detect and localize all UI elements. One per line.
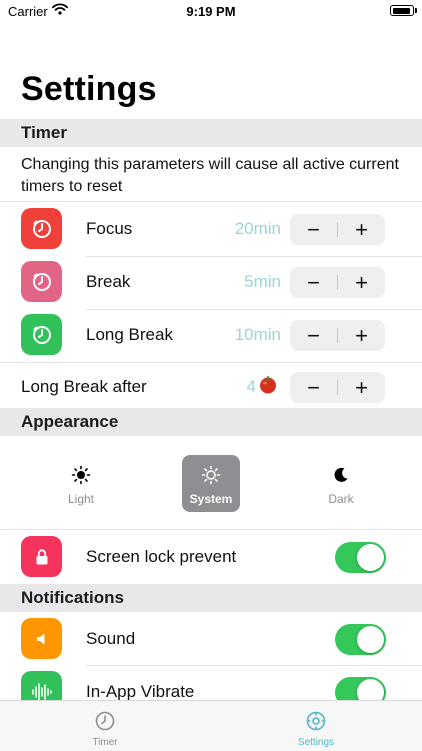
long-break-after-decrement-button[interactable]: −	[290, 372, 337, 403]
appearance-system-label: System	[189, 492, 233, 506]
sun-icon	[52, 465, 110, 485]
stopwatch-icon	[35, 710, 175, 732]
battery-icon	[390, 5, 414, 16]
long-break-after-value: 4	[246, 377, 256, 396]
appearance-light-option[interactable]: Light	[52, 455, 110, 512]
section-title-appearance: Appearance	[21, 412, 119, 431]
clock: 9:19 PM	[186, 4, 236, 19]
section-header-timer: Timer	[0, 119, 422, 147]
section-header-appearance: Appearance	[0, 408, 422, 436]
sun-icon	[182, 465, 240, 485]
sound-toggle[interactable]	[335, 624, 386, 655]
tab-timer[interactable]: Timer	[35, 701, 175, 751]
lock-icon	[21, 536, 62, 577]
tab-settings[interactable]: Settings	[246, 701, 386, 751]
break-decrement-button[interactable]: −	[290, 267, 337, 298]
long-break-after-label: Long Break after	[21, 377, 147, 396]
timer-icon	[21, 261, 62, 302]
break-label: Break	[86, 272, 131, 291]
timer-icon	[21, 314, 62, 355]
long-break-label: Long Break	[86, 325, 173, 344]
sound-label: Sound	[86, 629, 136, 648]
section-title-notifications: Notifications	[21, 588, 124, 607]
break-increment-button[interactable]: +	[338, 267, 385, 298]
vibrate-label: In-App Vibrate	[86, 682, 195, 701]
appearance-dark-option[interactable]: Dark	[312, 455, 370, 512]
focus-label: Focus	[86, 219, 133, 238]
long-break-increment-button[interactable]: +	[338, 320, 385, 351]
battery-tip	[415, 8, 417, 13]
long-break-after-row: Long Break after 4 − +	[0, 358, 422, 410]
long-break-decrement-button[interactable]: −	[290, 320, 337, 351]
page-title: Settings	[21, 70, 157, 108]
section-header-notifications: Notifications	[0, 584, 422, 612]
timer-icon	[21, 208, 62, 249]
tomato-icon	[258, 374, 278, 399]
screen-lock-row: Screen lock prevent	[0, 531, 422, 583]
divider	[0, 201, 422, 202]
timer-reset-note: Changing this parameters will cause all …	[21, 156, 399, 195]
break-stepper: − +	[290, 267, 385, 298]
long-break-value: 10min	[234, 325, 281, 344]
focus-stepper: − +	[290, 214, 385, 245]
long-break-stepper: − +	[290, 320, 385, 351]
break-value: 5min	[244, 272, 281, 291]
long-break-after-increment-button[interactable]: +	[338, 372, 385, 403]
appearance-system-option[interactable]: System	[182, 455, 240, 512]
break-row: Break 5min − +	[0, 256, 422, 308]
section-title-timer: Timer	[21, 123, 67, 142]
tab-bar: Timer Settings	[0, 700, 422, 751]
status-bar: Carrier 9:19 PM	[0, 0, 422, 24]
focus-decrement-button[interactable]: −	[290, 214, 337, 245]
sound-row: Sound	[0, 613, 422, 665]
screen-lock-toggle[interactable]	[335, 542, 386, 573]
divider	[0, 529, 422, 530]
focus-row: Focus 20min − +	[0, 203, 422, 255]
focus-value: 20min	[234, 219, 281, 238]
screen-lock-label: Screen lock prevent	[86, 547, 237, 566]
tab-settings-label: Settings	[297, 737, 335, 748]
speaker-icon	[21, 618, 62, 659]
moon-icon	[312, 465, 370, 485]
appearance-light-label: Light	[67, 492, 95, 506]
gear-icon	[246, 710, 386, 732]
tab-timer-label: Timer	[92, 737, 118, 748]
appearance-dark-label: Dark	[328, 492, 354, 506]
long-break-row: Long Break 10min − +	[0, 309, 422, 361]
long-break-after-stepper: − +	[290, 372, 385, 403]
focus-increment-button[interactable]: +	[338, 214, 385, 245]
